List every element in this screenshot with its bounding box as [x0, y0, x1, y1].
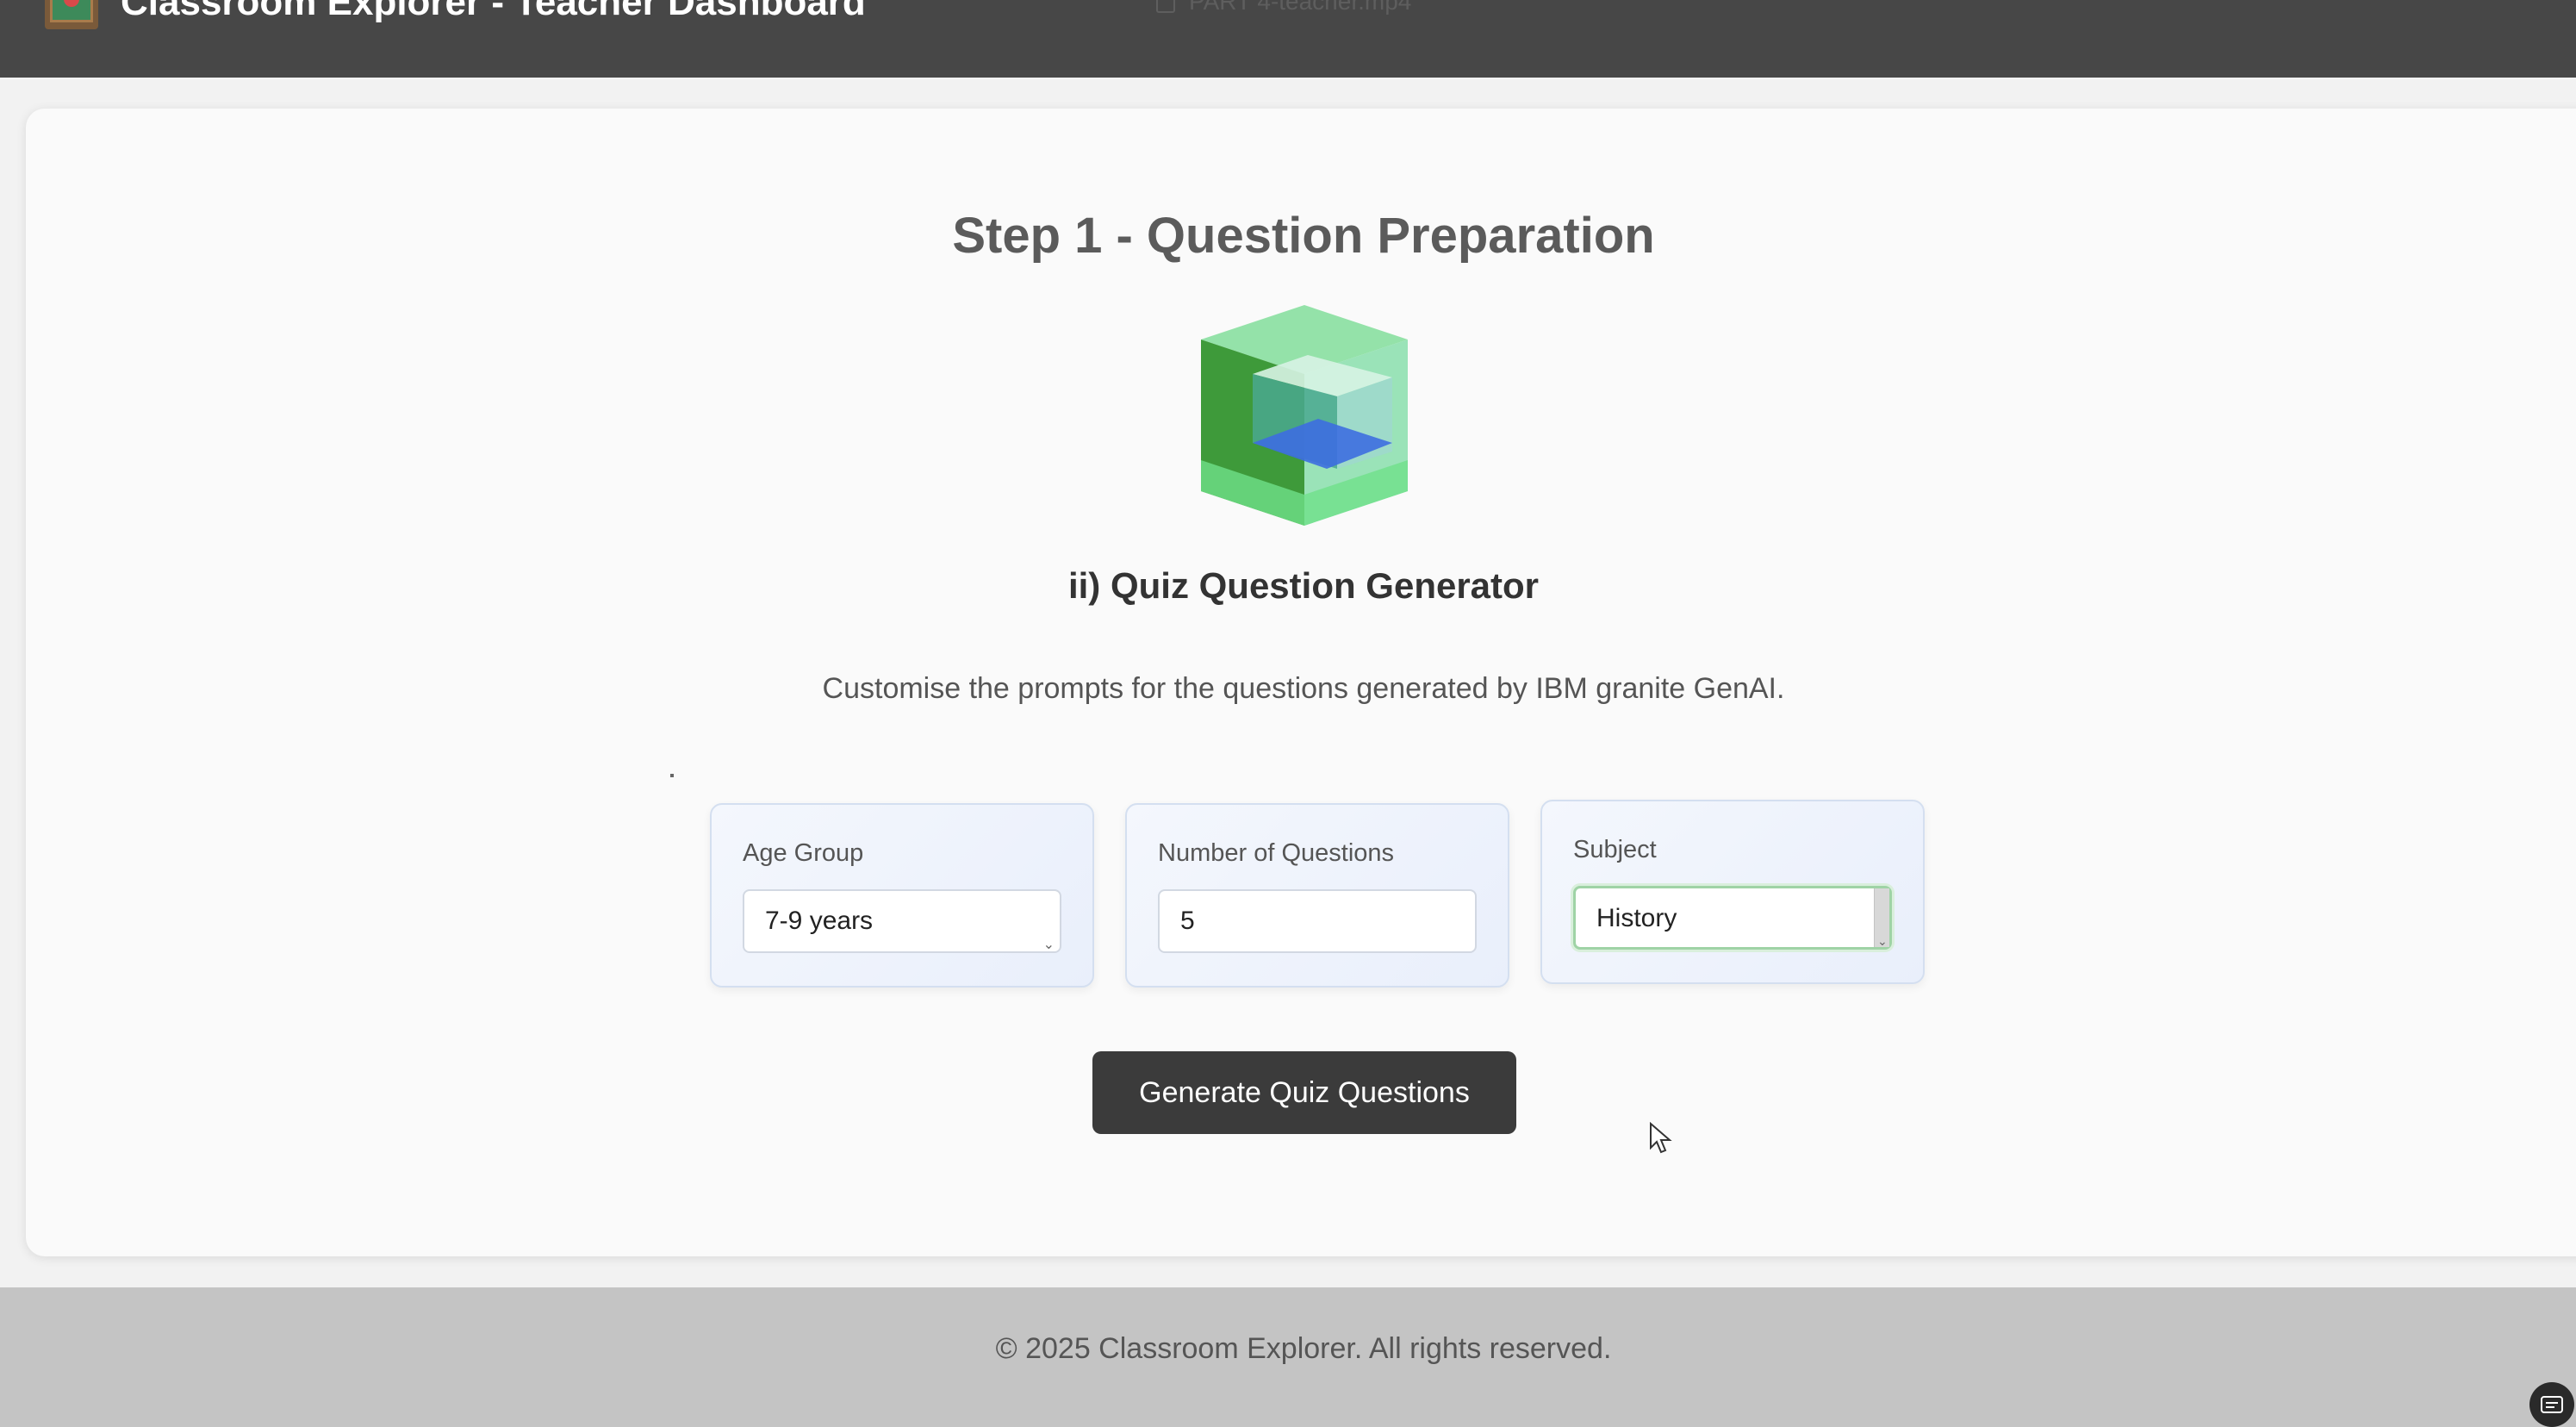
subject-value: History [1596, 904, 1677, 932]
file-icon [1156, 0, 1175, 13]
num-questions-input[interactable]: 5 [1158, 889, 1477, 953]
stray-mark [670, 774, 674, 777]
age-group-label: Age Group [743, 839, 864, 867]
chevron-down-icon: ⌄ [1042, 938, 1055, 952]
mouse-cursor-icon [1649, 1121, 1673, 1159]
classroom-logo-icon [45, 0, 98, 29]
subject-label: Subject [1573, 836, 1657, 863]
cube-illustration-icon [1201, 305, 1408, 526]
app-title: Classroom Explorer - Teacher Dashboard [121, 0, 866, 23]
video-file-label: PART 4-teacher.mp4 [1189, 0, 1412, 15]
chevron-down-icon: ⌄ [1877, 934, 1888, 948]
footer: © 2025 Classroom Explorer. All rights re… [0, 1287, 2576, 1427]
subject-card: Subject History ⌄ [1540, 800, 1925, 984]
num-questions-card: Number of Questions 5 [1125, 803, 1509, 988]
section-title: ii) Quiz Question Generator [1067, 565, 1540, 606]
age-group-value: 7-9 years [765, 907, 874, 935]
age-group-select[interactable]: 7-9 years ⌄ [743, 889, 1061, 953]
video-file-tab[interactable]: PART 4-teacher.mp4 [1156, 0, 1411, 16]
select-arrow-button[interactable]: ⌄ [1874, 888, 1889, 948]
num-questions-label: Number of Questions [1158, 839, 1395, 867]
top-header-bar: Classroom Explorer - Teacher Dashboard P… [0, 0, 2576, 78]
num-questions-value: 5 [1180, 907, 1195, 935]
age-group-card: Age Group 7-9 years ⌄ [710, 803, 1094, 988]
caption-icon[interactable] [2529, 1382, 2574, 1427]
subject-select[interactable]: History ⌄ [1573, 886, 1892, 950]
description-text: Customise the prompts for the questions … [822, 672, 1785, 705]
step-title: Step 1 - Question Preparation [952, 208, 1655, 264]
generate-quiz-button[interactable]: Generate Quiz Questions [1092, 1051, 1516, 1134]
copyright-text: © 2025 Classroom Explorer. All rights re… [995, 1332, 1612, 1365]
